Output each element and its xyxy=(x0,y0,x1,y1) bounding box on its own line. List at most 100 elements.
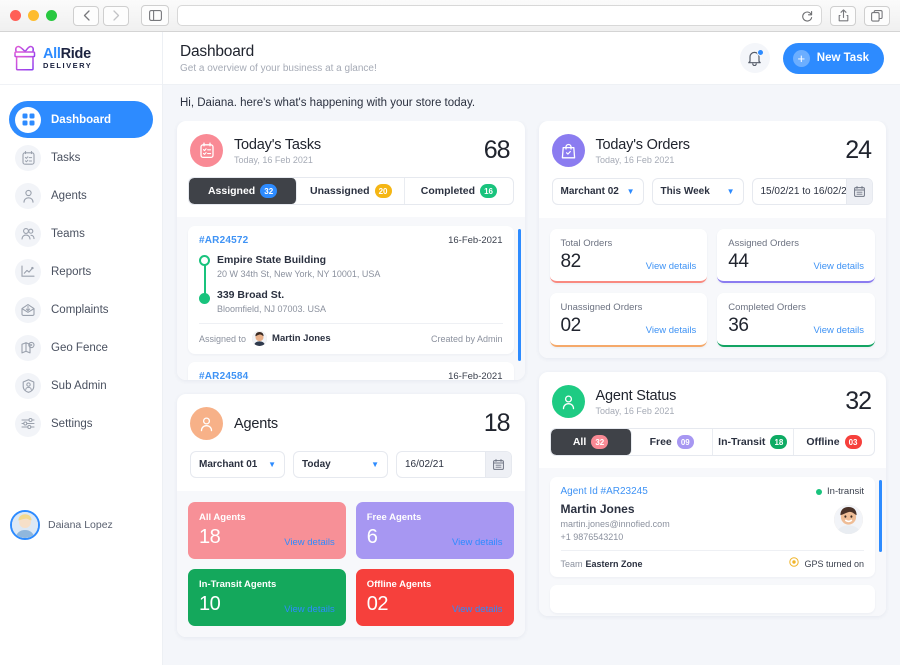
stat-completed-orders[interactable]: Completed Orders 36 View details xyxy=(717,293,875,347)
tile-view-details-link[interactable]: View details xyxy=(284,537,335,548)
stat-total-orders[interactable]: Total Orders 82 View details xyxy=(549,229,708,283)
sidebar-toggle-icon[interactable] xyxy=(141,5,169,26)
agents-card-title: Agents xyxy=(234,415,278,432)
agents-card-titles: Agents xyxy=(234,416,278,432)
agent-icon xyxy=(551,385,585,418)
tab-completed[interactable]: Completed 16 xyxy=(405,178,512,204)
sidebar-item-label: Dashboard xyxy=(51,113,112,126)
left-column: Today's Tasks Today, 16 Feb 2021 68 Assi… xyxy=(177,121,525,637)
close-window-button[interactable] xyxy=(10,10,21,21)
sidebar-item-complaints[interactable]: Complaints xyxy=(9,291,153,328)
tasks-list[interactable]: #AR24572 16-Feb-2021 Empire State Buildi… xyxy=(177,217,525,380)
created-by: Created by Admin xyxy=(430,333,503,344)
sidebar-user-profile[interactable]: Daiana Lopez xyxy=(0,510,162,540)
tasks-tabs: Assigned 32 Unassigned 20 Completed 16 xyxy=(188,177,514,205)
route-connector xyxy=(204,264,206,296)
pickup-name: Empire State Building xyxy=(217,254,327,266)
task-date: 16-Feb-2021 xyxy=(448,371,503,380)
orders-merchant-select[interactable]: Marchant 02 ▼ xyxy=(551,178,644,205)
agents-date-field[interactable]: 16/02/21 xyxy=(396,451,512,478)
todays-orders-card: Today's Orders Today, 16 Feb 2021 24 Mar… xyxy=(538,121,886,358)
sidebar-item-sub-admin[interactable]: Sub Admin xyxy=(9,367,153,404)
brand-logo[interactable]: AllRide DELIVERY xyxy=(0,32,162,85)
stat-row: 44 View details xyxy=(728,252,864,273)
address-bar[interactable] xyxy=(177,5,822,26)
users-icon xyxy=(15,220,41,247)
share-icon[interactable] xyxy=(830,5,856,26)
tab-offline[interactable]: Offline 03 xyxy=(794,429,874,455)
tile-in-transit-agents[interactable]: In-Transit Agents 10 View details xyxy=(188,569,346,626)
new-tab-icon[interactable] xyxy=(864,5,890,26)
agent-status-titles: Agent Status Today, 16 Feb 2021 xyxy=(596,388,677,416)
task-id[interactable]: #AR24584 xyxy=(199,371,248,380)
tile-view-details-link[interactable]: View details xyxy=(452,604,503,615)
sidebar-item-label: Agents xyxy=(51,189,87,202)
stat-row: 36 View details xyxy=(728,316,864,337)
tile-view-details-link[interactable]: View details xyxy=(452,537,503,548)
stat-view-details-link[interactable]: View details xyxy=(646,325,697,336)
agent-row[interactable] xyxy=(549,585,875,613)
stat-assigned-orders[interactable]: Assigned Orders 44 View details xyxy=(717,229,875,283)
tab-count-badge: 16 xyxy=(480,184,498,198)
new-task-button[interactable]: + New Task xyxy=(782,42,884,74)
tile-offline-agents[interactable]: Offline Agents 02 View details xyxy=(355,569,514,626)
pickup-pin-icon xyxy=(199,255,210,266)
stat-view-details-link[interactable]: View details xyxy=(646,261,697,272)
agent-status-title: Agent Status xyxy=(595,387,677,404)
tab-in-transit[interactable]: In-Transit 18 xyxy=(713,429,794,455)
calendar-icon[interactable] xyxy=(846,179,872,204)
tab-free[interactable]: Free 09 xyxy=(632,429,713,455)
forward-button[interactable] xyxy=(103,5,129,26)
tile-free-agents[interactable]: Free Agents 6 View details xyxy=(355,502,514,559)
sidebar-item-agents[interactable]: Agents xyxy=(9,177,153,214)
task-row[interactable]: #AR24572 16-Feb-2021 Empire State Buildi… xyxy=(188,226,514,354)
tab-all[interactable]: All 32 xyxy=(550,429,632,455)
sidebar-item-reports[interactable]: Reports xyxy=(9,253,153,290)
sidebar-item-teams[interactable]: Teams xyxy=(9,215,153,252)
orders-stat-grid: Total Orders 82 View details Assigned Or… xyxy=(538,218,886,358)
bell-icon[interactable] xyxy=(739,43,770,73)
tasks-card-subtitle: Today, 16 Feb 2021 xyxy=(234,154,313,165)
orders-date-range-field[interactable]: 15/02/21 to 16/02/21 xyxy=(751,178,873,205)
agents-period-select[interactable]: Today ▼ xyxy=(293,451,388,478)
reload-icon[interactable] xyxy=(801,10,813,22)
calendar-icon[interactable] xyxy=(484,452,511,477)
stat-unassigned-orders[interactable]: Unassigned Orders 02 View details xyxy=(549,293,708,347)
agent-status-badge: In-transit xyxy=(816,486,864,497)
agents-merchant-select[interactable]: Marchant 01 ▼ xyxy=(190,451,285,478)
tile-label: In-Transit Agents xyxy=(199,579,277,590)
stat-view-details-link[interactable]: View details xyxy=(813,325,864,336)
tile-view-details-link[interactable]: View details xyxy=(284,604,335,615)
tab-unassigned[interactable]: Unassigned 20 xyxy=(297,178,406,204)
agent-list-scrollbar[interactable] xyxy=(879,480,882,552)
grid-icon xyxy=(15,106,41,133)
agent-id[interactable]: Agent Id #AR23245 xyxy=(561,486,648,497)
gps-icon xyxy=(789,557,800,570)
orders-period-select[interactable]: This Week ▼ xyxy=(651,178,744,205)
orders-period-value: This Week xyxy=(660,186,710,197)
maximize-window-button[interactable] xyxy=(46,10,57,21)
task-id[interactable]: #AR24572 xyxy=(199,235,248,246)
tasks-scrollbar[interactable] xyxy=(517,229,521,361)
tab-count-badge: 32 xyxy=(260,184,278,198)
tile-row: 02 View details xyxy=(367,594,503,616)
agent-status-list[interactable]: Agent Id #AR23245 In-transit Martin Jone… xyxy=(538,468,886,616)
tile-all-agents[interactable]: All Agents 18 View details xyxy=(188,502,346,559)
task-row[interactable]: #AR24584 16-Feb-2021 xyxy=(188,362,514,380)
tasks-total-count: 68 xyxy=(483,136,511,164)
agents-filters: Marchant 01 ▼ Today ▼ 16/02/21 xyxy=(177,440,525,491)
tab-assigned[interactable]: Assigned 32 xyxy=(189,178,298,204)
stat-view-details-link[interactable]: View details xyxy=(813,261,864,272)
orders-total-count: 24 xyxy=(845,136,872,164)
sidebar-item-geo-fence[interactable]: Geo Fence xyxy=(9,329,153,366)
chart-icon xyxy=(15,258,41,285)
agent-row[interactable]: Agent Id #AR23245 In-transit Martin Jone… xyxy=(549,477,875,577)
back-button[interactable] xyxy=(73,5,99,26)
sidebar-item-tasks[interactable]: Tasks xyxy=(9,139,153,176)
sidebar-item-dashboard[interactable]: Dashboard xyxy=(9,101,153,138)
tab-label: In-Transit xyxy=(718,436,766,448)
sidebar-item-settings[interactable]: Settings xyxy=(9,405,153,442)
minimize-window-button[interactable] xyxy=(28,10,39,21)
orders-card-title: Today's Orders xyxy=(595,136,690,153)
brand-name-secondary: Ride xyxy=(60,45,92,62)
